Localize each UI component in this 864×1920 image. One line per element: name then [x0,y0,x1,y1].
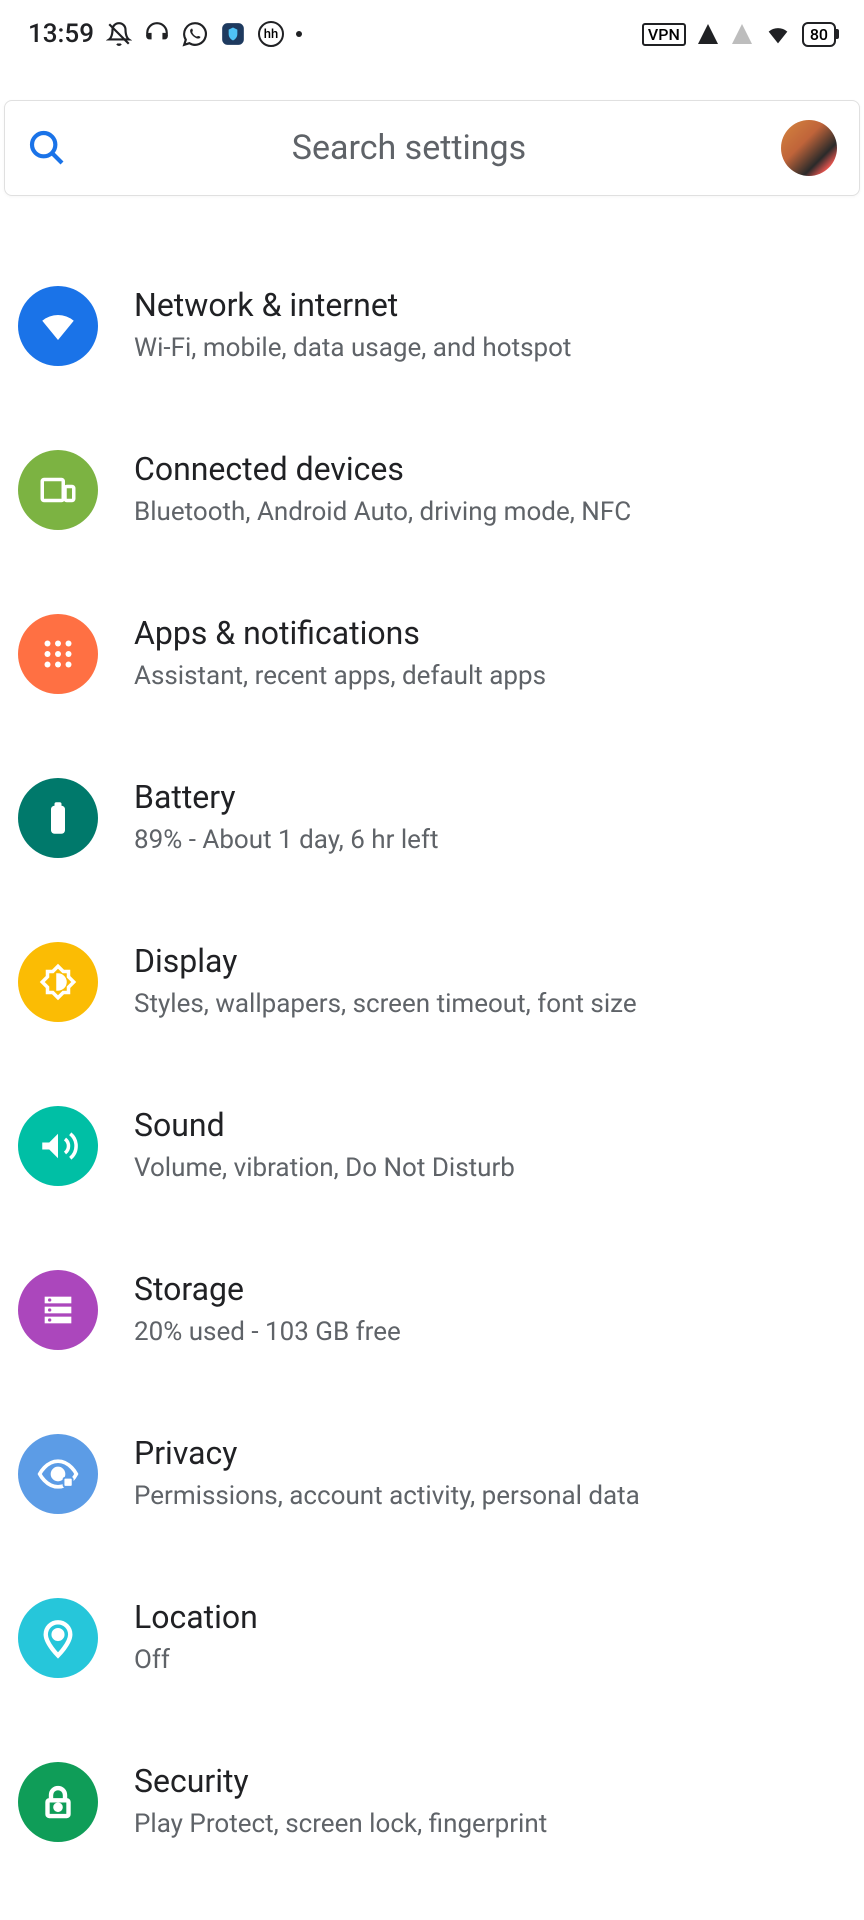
item-title: Connected devices [134,450,846,488]
item-subtitle: Assistant, recent apps, default apps [134,658,846,694]
apps-circle-icon [18,614,98,694]
item-title: Storage [134,1270,846,1308]
battery-circle-icon [18,778,98,858]
item-text: Privacy Permissions, account activity, p… [134,1434,846,1514]
item-subtitle: 89% - About 1 day, 6 hr left [134,822,846,858]
location-circle-icon [18,1598,98,1678]
item-text: Apps & notifications Assistant, recent a… [134,614,846,694]
item-title: Privacy [134,1434,846,1472]
status-left: 13:59 hh [28,19,302,49]
lock-circle-icon [18,1762,98,1842]
item-text: Network & internet Wi-Fi, mobile, data u… [134,286,846,366]
item-title: Battery [134,778,846,816]
item-text: Connected devices Bluetooth, Android Aut… [134,450,846,530]
item-text: Security Play Protect, screen lock, fing… [134,1762,846,1842]
signal-icon-2 [730,22,754,46]
wifi-icon [764,20,792,48]
signal-icon-1 [696,22,720,46]
settings-item-display[interactable]: Display Styles, wallpapers, screen timeo… [0,900,864,1064]
item-subtitle: Volume, vibration, Do Not Disturb [134,1150,846,1186]
item-subtitle: Wi-Fi, mobile, data usage, and hotspot [134,330,846,366]
hh-icon: hh [258,21,284,47]
settings-item-security[interactable]: Security Play Protect, screen lock, fing… [0,1720,864,1884]
headphones-icon [144,21,170,47]
item-subtitle: Permissions, account activity, personal … [134,1478,846,1514]
profile-avatar[interactable] [781,120,837,176]
item-subtitle: Styles, wallpapers, screen timeout, font… [134,986,846,1022]
item-title: Network & internet [134,286,846,324]
devices-circle-icon [18,450,98,530]
settings-item-devices[interactable]: Connected devices Bluetooth, Android Aut… [0,408,864,572]
battery-icon: 80 [802,22,836,47]
item-text: Location Off [134,1598,846,1678]
item-title: Location [134,1598,846,1636]
item-text: Display Styles, wallpapers, screen timeo… [134,942,846,1022]
item-title: Sound [134,1106,846,1144]
bell-mute-icon [106,21,132,47]
whatsapp-icon [182,21,208,47]
storage-circle-icon [18,1270,98,1350]
wifi-circle-icon [18,286,98,366]
item-subtitle: Bluetooth, Android Auto, driving mode, N… [134,494,846,530]
item-subtitle: Play Protect, screen lock, fingerprint [134,1806,846,1842]
item-text: Battery 89% - About 1 day, 6 hr left [134,778,846,858]
settings-item-network[interactable]: Network & internet Wi-Fi, mobile, data u… [0,244,864,408]
item-title: Apps & notifications [134,614,846,652]
brightness-circle-icon [18,942,98,1022]
search-bar[interactable]: Search settings [4,100,860,196]
settings-item-privacy[interactable]: Privacy Permissions, account activity, p… [0,1392,864,1556]
vpn-icon: VPN [642,23,686,46]
shield-app-icon [220,21,246,47]
privacy-circle-icon [18,1434,98,1514]
item-text: Storage 20% used - 103 GB free [134,1270,846,1350]
status-right: VPN 80 [642,20,836,48]
item-title: Display [134,942,846,980]
item-subtitle: 20% used - 103 GB free [134,1314,846,1350]
settings-list: Network & internet Wi-Fi, mobile, data u… [0,196,864,1884]
settings-item-storage[interactable]: Storage 20% used - 103 GB free [0,1228,864,1392]
settings-item-sound[interactable]: Sound Volume, vibration, Do Not Disturb [0,1064,864,1228]
settings-item-apps[interactable]: Apps & notifications Assistant, recent a… [0,572,864,736]
item-text: Sound Volume, vibration, Do Not Disturb [134,1106,846,1186]
item-title: Security [134,1762,846,1800]
status-time: 13:59 [28,19,94,49]
sound-circle-icon [18,1106,98,1186]
settings-item-location[interactable]: Location Off [0,1556,864,1720]
status-bar: 13:59 hh [0,0,864,68]
search-placeholder: Search settings [37,128,781,168]
item-subtitle: Off [134,1642,846,1678]
dot-icon [296,31,302,37]
settings-item-battery[interactable]: Battery 89% - About 1 day, 6 hr left [0,736,864,900]
